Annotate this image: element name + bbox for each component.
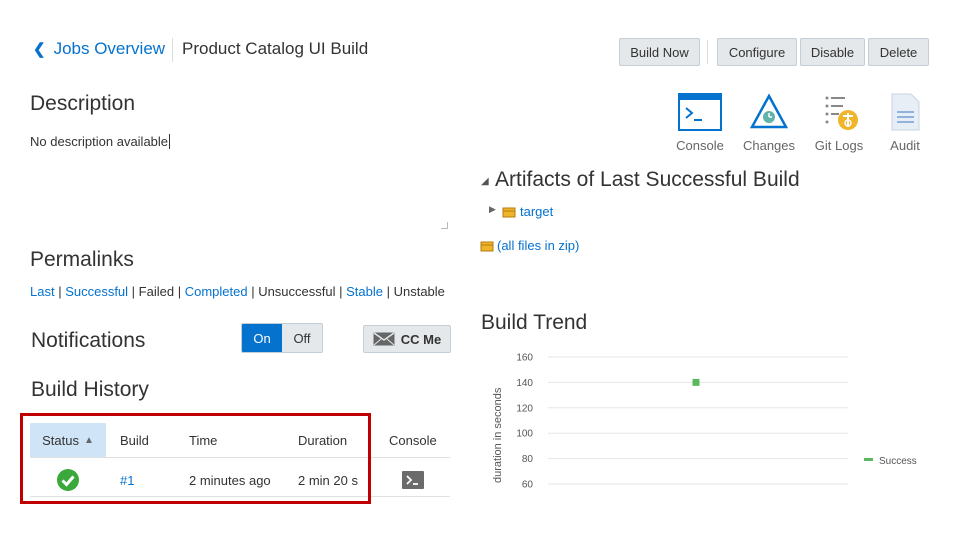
notifications-off-option[interactable]: Off xyxy=(282,324,322,352)
back-to-jobs-overview-link[interactable]: ❮ Jobs Overview xyxy=(33,39,165,59)
terminal-icon xyxy=(402,471,424,489)
artifact-target-link[interactable]: target xyxy=(520,204,553,219)
notifications-toggle[interactable]: On Off xyxy=(241,323,323,353)
page-title: Product Catalog UI Build xyxy=(182,39,369,58)
permalink-stable[interactable]: Stable xyxy=(346,284,383,299)
expand-triangle-icon[interactable]: ▶ xyxy=(489,204,496,215)
artifacts-heading: Artifacts of Last Successful Build xyxy=(495,168,800,191)
console-quick-link[interactable]: Console xyxy=(665,90,735,153)
highlight-annotation-box xyxy=(20,413,371,504)
permalink-completed[interactable]: Completed xyxy=(185,284,248,299)
notifications-heading: Notifications xyxy=(31,329,146,352)
chart-y-tick-label: 60 xyxy=(522,480,534,491)
permalink-failed: Failed xyxy=(138,284,175,299)
notifications-on-option[interactable]: On xyxy=(242,324,282,352)
changes-icon xyxy=(749,93,789,129)
back-link-label: Jobs Overview xyxy=(53,39,166,58)
chevron-left-icon: ❮ xyxy=(33,41,46,58)
chart-point-success xyxy=(692,378,700,386)
description-text[interactable]: No description available xyxy=(30,134,171,149)
package-icon xyxy=(502,207,516,217)
chart-y-tick-label: 160 xyxy=(516,353,533,364)
all-files-zip-link[interactable]: (all files in zip) xyxy=(480,238,579,253)
changes-quick-link[interactable]: Changes xyxy=(734,90,804,153)
build-trend-chart: 60 80 100 120 140 160 duration in seconds Suc… xyxy=(492,353,917,491)
cc-me-button[interactable]: CC Me xyxy=(363,325,451,353)
chart-y-axis-label: duration in seconds xyxy=(492,387,504,483)
delete-button[interactable]: Delete xyxy=(868,38,929,66)
console-quick-link-label: Console xyxy=(676,138,724,153)
description-heading: Description xyxy=(30,92,136,115)
legend-success-swatch xyxy=(864,458,873,461)
package-icon xyxy=(480,241,494,251)
build-console-link[interactable] xyxy=(402,463,424,497)
permalinks-list: Last | Successful | Failed | Completed |… xyxy=(30,284,445,299)
audit-quick-link[interactable]: Audit xyxy=(870,90,940,153)
header-separator xyxy=(172,38,173,62)
collapse-triangle-icon[interactable]: ◢ xyxy=(481,176,489,187)
permalink-unstable: Unstable xyxy=(393,284,445,299)
build-history-heading: Build History xyxy=(31,378,149,401)
audit-quick-link-label: Audit xyxy=(890,138,920,153)
chart-legend: Success xyxy=(864,456,917,467)
git-logs-icon xyxy=(825,96,858,130)
configure-button[interactable]: Configure xyxy=(717,38,797,66)
changes-quick-link-label: Changes xyxy=(742,138,796,153)
build-now-button[interactable]: Build Now xyxy=(619,38,700,66)
envelope-icon xyxy=(373,332,395,346)
build-trend-heading: Build Trend xyxy=(481,311,588,334)
audit-icon xyxy=(891,93,920,131)
resize-handle-icon[interactable] xyxy=(441,222,448,229)
console-icon xyxy=(678,93,722,131)
git-logs-quick-link-label: Git Logs xyxy=(814,138,864,153)
permalinks-heading: Permalinks xyxy=(30,248,134,271)
permalink-last[interactable]: Last xyxy=(30,284,55,299)
button-separator xyxy=(707,40,708,64)
legend-success-label: Success xyxy=(879,456,917,467)
cc-me-label: CC Me xyxy=(400,331,442,347)
chart-y-tick-label: 140 xyxy=(516,378,533,389)
permalink-unsuccessful: Unsuccessful xyxy=(258,284,336,299)
permalink-successful[interactable]: Successful xyxy=(65,284,128,299)
git-logs-quick-link[interactable]: Git Logs xyxy=(804,90,874,153)
chart-y-tick-label: 80 xyxy=(522,454,534,465)
chart-y-tick-label: 100 xyxy=(516,429,533,440)
artifact-item-target[interactable]: target xyxy=(502,204,553,219)
chart-y-tick-label: 120 xyxy=(516,403,533,414)
disable-button[interactable]: Disable xyxy=(800,38,865,66)
all-files-zip-label: (all files in zip) xyxy=(497,238,580,253)
console-column-header[interactable]: Console xyxy=(389,423,437,457)
